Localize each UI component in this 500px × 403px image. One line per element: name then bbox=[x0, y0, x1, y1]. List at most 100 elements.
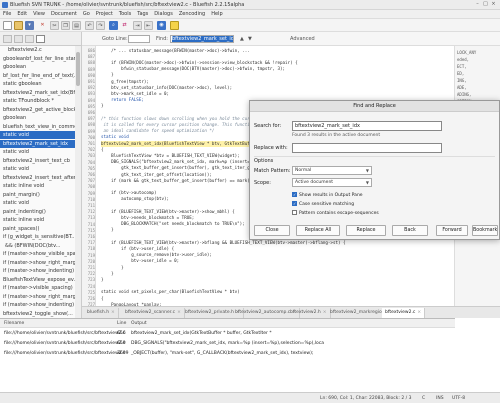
code-line[interactable]: { bbox=[101, 147, 104, 153]
code-line[interactable]: static void bbox=[101, 134, 129, 140]
undo-icon[interactable]: ↶ bbox=[85, 21, 94, 30]
goto-line-input[interactable] bbox=[128, 35, 150, 43]
find-next-icon[interactable]: ▼ bbox=[248, 36, 252, 42]
code-line[interactable]: } bbox=[101, 72, 114, 78]
quick-find-input[interactable]: bftextview2_mark_set_idx bbox=[170, 35, 234, 43]
option-checkbox[interactable]: ✓ Case sensitive matching bbox=[292, 201, 354, 207]
bookmark-icon[interactable] bbox=[170, 21, 179, 30]
sidebar-item[interactable]: if (master->show_indenting) { bbox=[0, 267, 81, 275]
code-line[interactable]: } bbox=[101, 277, 104, 283]
new-document-icon[interactable] bbox=[3, 21, 12, 30]
sidebar-item[interactable]: static inline void bbox=[0, 182, 81, 190]
maximize-button[interactable]: □ bbox=[482, 1, 489, 8]
code-line[interactable]: if (BLUEFISH_TEXT_VIEW(btv->master)->bfl… bbox=[101, 240, 345, 246]
code-line[interactable]: static void set_pixels_per_char(Bluefish… bbox=[101, 289, 240, 295]
sidebar-item[interactable]: bftextview2_insert_text_cb bbox=[0, 157, 81, 165]
tab-symbols[interactable] bbox=[36, 35, 45, 43]
sidebar-item[interactable]: bftextview2_mark_set_idx bbox=[0, 139, 81, 148]
code-line[interactable]: BluefishTextView *btv = BLUEFISH_TEXT_VI… bbox=[101, 153, 240, 159]
language-mode[interactable]: C bbox=[422, 396, 425, 401]
sidebar-scrollbar[interactable] bbox=[75, 46, 81, 318]
sidebar-item[interactable]: bftextview2_toggle_show(... bbox=[0, 310, 81, 318]
close-icon[interactable]: × bbox=[415, 310, 421, 315]
menu-tools[interactable]: Tools bbox=[116, 10, 134, 19]
code-line[interactable]: DBG_BLOCKMATCH("set needs_blockmatch to … bbox=[101, 221, 245, 227]
tab-bookmarks[interactable] bbox=[14, 35, 23, 43]
menu-document[interactable]: Document bbox=[48, 10, 80, 19]
search-for-input[interactable]: bftextview2_mark_set_idx bbox=[292, 121, 442, 131]
copy-icon[interactable]: ❐ bbox=[61, 21, 70, 30]
menu-edit[interactable]: Edit bbox=[14, 10, 30, 19]
sidebar-item[interactable]: gbooleanbf_lost_fer_line_start_of_text(.… bbox=[0, 55, 81, 63]
code-line[interactable]: bfwin_statusbar_message(DOC(BTV(master)-… bbox=[101, 66, 285, 72]
sidebar-item[interactable]: BluefishTextView_expose_ev... bbox=[0, 276, 81, 284]
close-icon[interactable]: × bbox=[175, 310, 181, 315]
sidebar-item[interactable]: if (master->show_visible_spac... bbox=[0, 250, 81, 258]
sidebar-item[interactable]: static void bbox=[0, 199, 81, 207]
code-line[interactable]: if (BLUEFISH_TEXT_VIEW(btv->master)->sho… bbox=[101, 209, 235, 215]
sidebar-item[interactable]: gboolean bbox=[0, 114, 81, 122]
code-line[interactable]: } bbox=[101, 227, 114, 233]
indent-icon[interactable]: ⇥ bbox=[133, 21, 142, 30]
menu-view[interactable]: View bbox=[30, 10, 48, 19]
code-line[interactable]: g_source_remove(btv->user_idle); bbox=[101, 252, 212, 258]
code-line[interactable]: /* ... statusbar_message(BFWIN(master->d… bbox=[101, 48, 250, 54]
tab-filebrowser[interactable] bbox=[3, 35, 12, 43]
sidebar-item[interactable]: bftextview2.c bbox=[0, 46, 81, 54]
code-line[interactable]: if (mark && gtk_text_buffer_get_insert(b… bbox=[101, 178, 255, 184]
code-line[interactable]: btv->user_idle = 0; bbox=[101, 258, 179, 264]
sidebar-item[interactable]: paint_spaces() bbox=[0, 225, 81, 233]
sidebar-item[interactable]: if (master->visible_spacing) { bbox=[0, 284, 81, 292]
code-line[interactable]: btv->needs_blockmatch = TRUE; bbox=[101, 215, 194, 221]
close-window-button[interactable]: × bbox=[490, 1, 497, 8]
minimize-button[interactable]: – bbox=[474, 1, 481, 8]
output-row[interactable]: file:///home/olivier/svntrunk/bluefish/s… bbox=[0, 349, 455, 359]
sidebar-scroll-thumb[interactable] bbox=[76, 52, 80, 86]
open-folder-icon[interactable] bbox=[14, 21, 23, 30]
preview-icon[interactable]: ◉ bbox=[157, 21, 166, 30]
code-line[interactable]: if (btv->user_idle) { bbox=[101, 246, 174, 252]
checkbox-icon[interactable] bbox=[292, 210, 297, 215]
bookmark-all-button[interactable]: Bookmark all bbox=[472, 225, 498, 236]
doc-tab[interactable]: bftextview2.c × bbox=[382, 308, 426, 318]
tab-snippets[interactable] bbox=[25, 35, 34, 43]
sidebar-item[interactable]: static TFoundblock * bbox=[0, 97, 81, 105]
code-line[interactable]: { bbox=[101, 296, 104, 302]
paste-icon[interactable]: ▤ bbox=[72, 21, 81, 30]
sidebar-item[interactable]: static gboolean bbox=[0, 80, 81, 88]
close-button[interactable]: Close bbox=[254, 225, 290, 236]
option-checkbox[interactable]: ✓ Show results in Output Pane bbox=[292, 192, 363, 198]
code-line[interactable]: if (btv->autocomp) bbox=[101, 190, 156, 196]
scope-select[interactable]: Active document ▼ bbox=[292, 178, 372, 187]
code-line[interactable]: if (BFWIN(DOC(master->doc)->bfwin)->sess… bbox=[101, 60, 298, 66]
sidebar-item[interactable]: && (BFWIN(DOC(btv... bbox=[0, 242, 81, 250]
code-line[interactable]: autocomp_stop(btv); bbox=[101, 196, 169, 202]
close-icon[interactable]: × bbox=[109, 310, 115, 315]
menu-project[interactable]: Project bbox=[93, 10, 116, 19]
code-line[interactable]: } bbox=[101, 265, 124, 271]
code-line[interactable]: } bbox=[101, 103, 104, 109]
sidebar-item[interactable]: gboolean bbox=[0, 63, 81, 71]
sidebar-item[interactable]: bftextview2_mark_set_idx(Bf... bbox=[0, 89, 81, 97]
output-col-filename[interactable]: Filename bbox=[4, 321, 24, 326]
forward-button[interactable]: Forward bbox=[436, 225, 468, 236]
redo-icon[interactable]: ↷ bbox=[96, 21, 105, 30]
sidebar-item[interactable]: static inline void bbox=[0, 216, 81, 224]
menu-zencoding[interactable]: Zencoding bbox=[176, 10, 208, 19]
menu-tags[interactable]: Tags bbox=[134, 10, 151, 19]
sidebar-item[interactable]: if (g_widget_is_sensitive(BT... bbox=[0, 233, 81, 241]
doc-tab[interactable]: bftextview2_scanner.c × bbox=[122, 308, 185, 318]
menu-help[interactable]: Help bbox=[208, 10, 225, 19]
code-line[interactable]: btv_set_statusbar_info(DOC(master->doc),… bbox=[101, 85, 232, 91]
back-button[interactable]: Back bbox=[392, 225, 428, 236]
sidebar-item[interactable]: if (master->show_right_margin... bbox=[0, 293, 81, 301]
output-row[interactable]: file:///home/olivier/svntrunk/bluefish/s… bbox=[0, 339, 455, 349]
replace-with-input[interactable] bbox=[292, 143, 442, 153]
option-checkbox[interactable]: Pattern contains escape-sequences bbox=[292, 210, 379, 216]
replace-icon[interactable]: ⇄ bbox=[120, 21, 129, 30]
doc-tab[interactable]: bluefish.h × bbox=[84, 308, 119, 318]
sidebar-item[interactable]: static void bbox=[0, 165, 81, 173]
close-icon[interactable]: × bbox=[321, 310, 327, 315]
code-line[interactable]: return FALSE; bbox=[101, 97, 144, 103]
code-line[interactable]: an ideal candidate for speed optimizatio… bbox=[101, 128, 215, 134]
